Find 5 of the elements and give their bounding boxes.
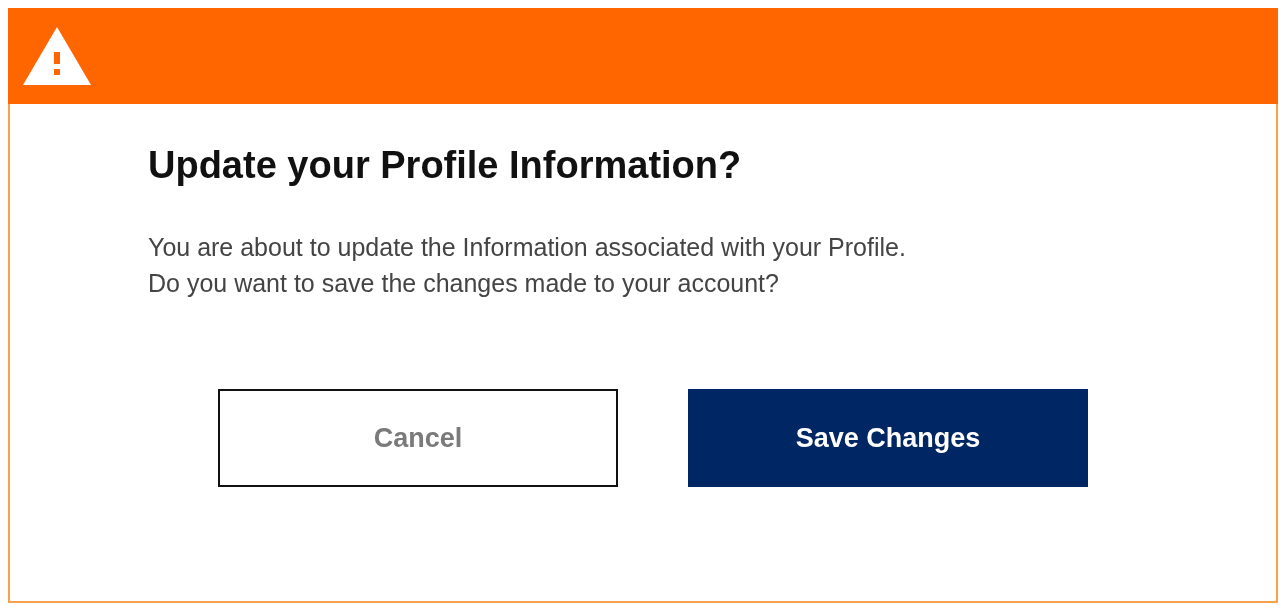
dialog-message: You are about to update the Information associated with your Profile. Do you want to save the changes made to your account? <box>148 232 907 299</box>
cancel-button[interactable]: Cancel <box>218 389 618 487</box>
warning-icon <box>22 25 92 87</box>
dialog-title: Update your Profile Information? <box>148 144 743 187</box>
save-button[interactable]: Save Changes <box>688 389 1088 487</box>
